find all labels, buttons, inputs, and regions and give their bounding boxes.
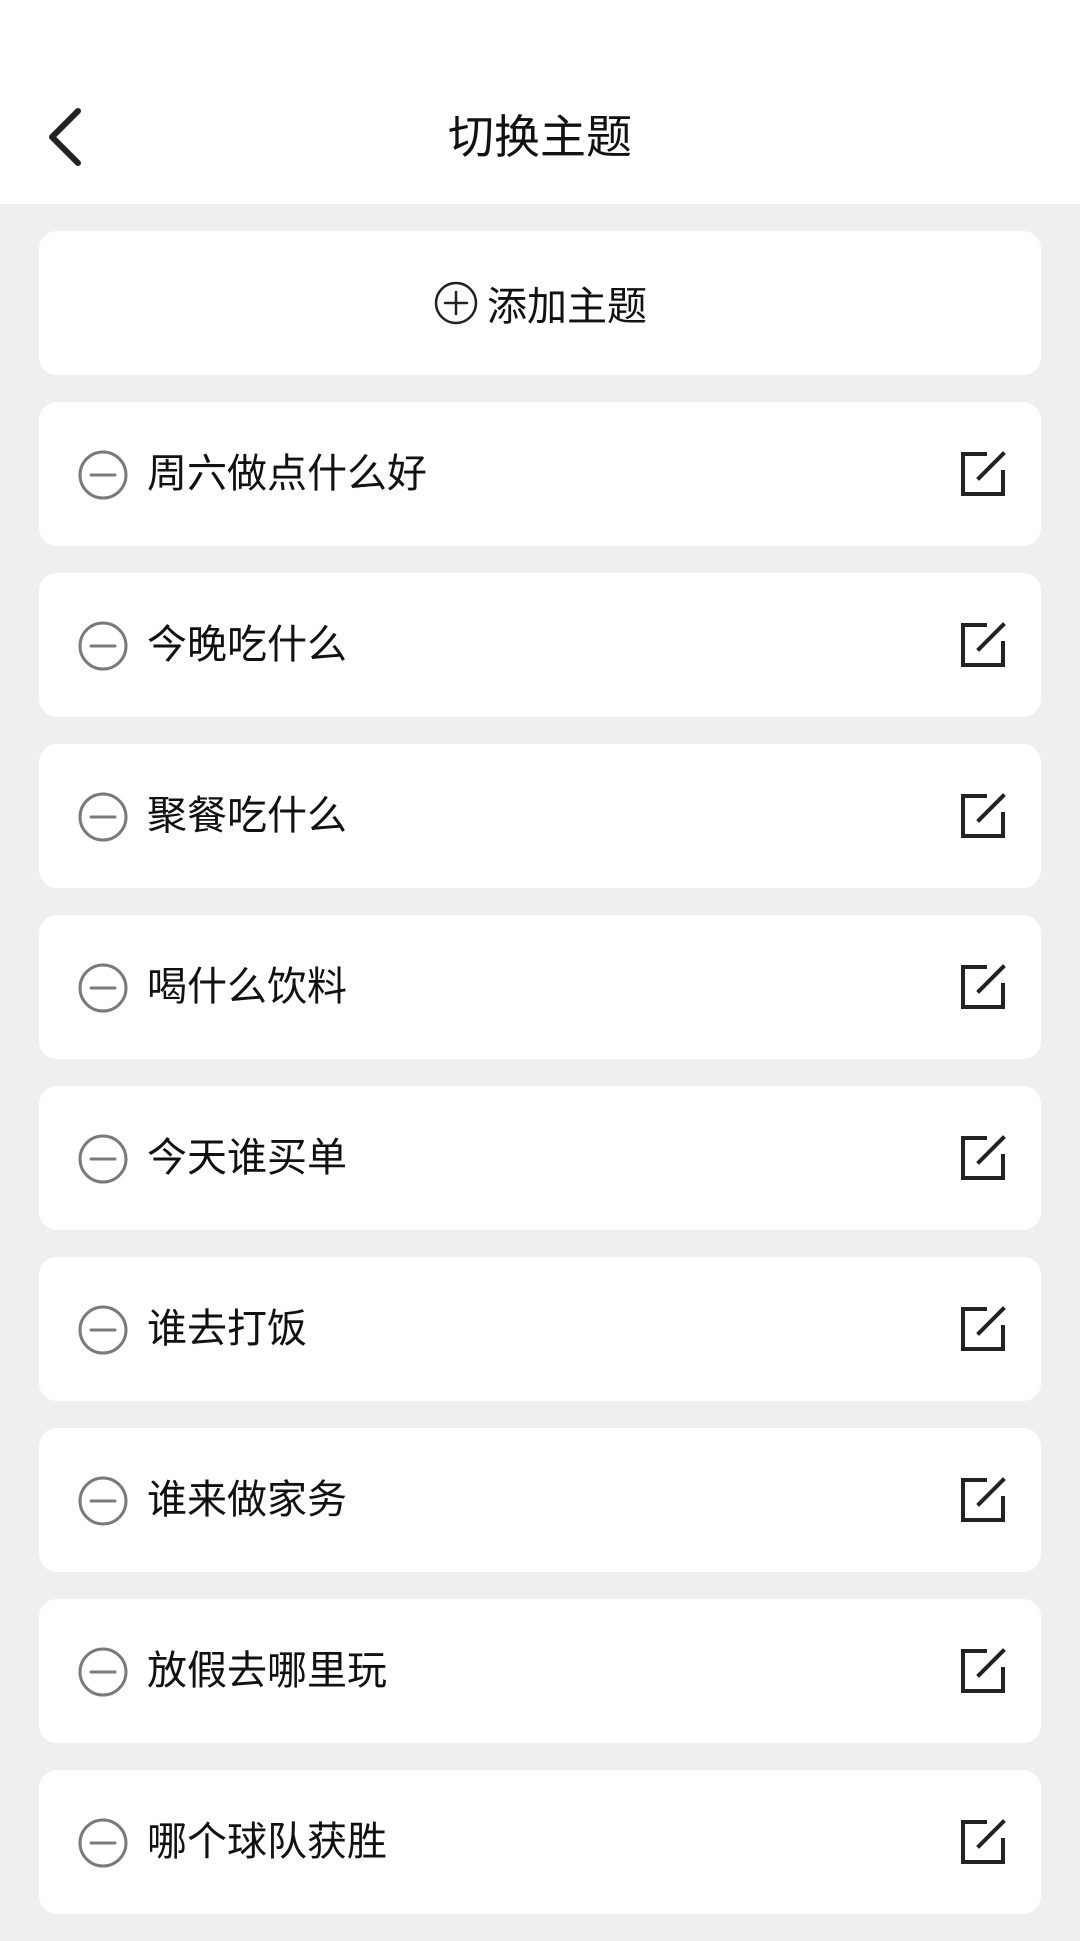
status-bar xyxy=(0,0,1080,70)
topic-row[interactable]: 今天谁买单 xyxy=(39,1086,1041,1230)
topic-label: 周六做点什么好 xyxy=(147,451,427,497)
topic-label: 放假去哪里玩 xyxy=(147,1648,387,1694)
edit-icon[interactable] xyxy=(959,792,1007,840)
topic-label: 今晚吃什么 xyxy=(147,622,347,668)
minus-circle-icon[interactable] xyxy=(77,1646,129,1698)
minus-circle-icon[interactable] xyxy=(77,449,129,501)
edit-icon[interactable] xyxy=(959,1476,1007,1524)
topic-row[interactable]: 聚餐吃什么 xyxy=(39,744,1041,888)
edit-icon[interactable] xyxy=(959,1134,1007,1182)
minus-circle-icon[interactable] xyxy=(77,1133,129,1185)
topic-label: 谁来做家务 xyxy=(147,1477,347,1523)
topic-list: 添加主题 周六做点什么好 今晚吃什么 聚餐吃什么 喝什么饮料 今天谁买单 谁去打… xyxy=(39,231,1041,1941)
topic-label: 哪个球队获胜 xyxy=(147,1819,387,1865)
edit-icon[interactable] xyxy=(959,1305,1007,1353)
add-topic-button[interactable]: 添加主题 xyxy=(39,231,1041,375)
add-topic-label: 添加主题 xyxy=(487,284,647,330)
topic-rows: 周六做点什么好 今晚吃什么 聚餐吃什么 喝什么饮料 今天谁买单 谁去打饭 谁来做… xyxy=(39,402,1041,1914)
header: 切换主题 xyxy=(0,70,1080,204)
topic-row[interactable]: 放假去哪里玩 xyxy=(39,1599,1041,1743)
edit-icon[interactable] xyxy=(959,1647,1007,1695)
topic-label: 今天谁买单 xyxy=(147,1135,347,1181)
minus-circle-icon[interactable] xyxy=(77,620,129,672)
topic-row[interactable]: 谁去打饭 xyxy=(39,1257,1041,1401)
minus-circle-icon[interactable] xyxy=(77,1817,129,1869)
minus-circle-icon[interactable] xyxy=(77,962,129,1014)
page-title: 切换主题 xyxy=(448,110,632,164)
topic-label: 喝什么饮料 xyxy=(147,964,347,1010)
edit-icon[interactable] xyxy=(959,963,1007,1011)
topic-label: 聚餐吃什么 xyxy=(147,793,347,839)
topic-row[interactable]: 谁来做家务 xyxy=(39,1428,1041,1572)
plus-circle-icon xyxy=(433,280,479,326)
topic-row[interactable]: 哪个球队获胜 xyxy=(39,1770,1041,1914)
edit-icon[interactable] xyxy=(959,1818,1007,1866)
minus-circle-icon[interactable] xyxy=(77,1475,129,1527)
topic-row[interactable]: 周六做点什么好 xyxy=(39,402,1041,546)
edit-icon[interactable] xyxy=(959,450,1007,498)
edit-icon[interactable] xyxy=(959,621,1007,669)
minus-circle-icon[interactable] xyxy=(77,1304,129,1356)
topic-row[interactable]: 今晚吃什么 xyxy=(39,573,1041,717)
topic-label: 谁去打饭 xyxy=(147,1306,307,1352)
topic-row[interactable]: 喝什么饮料 xyxy=(39,915,1041,1059)
minus-circle-icon[interactable] xyxy=(77,791,129,843)
